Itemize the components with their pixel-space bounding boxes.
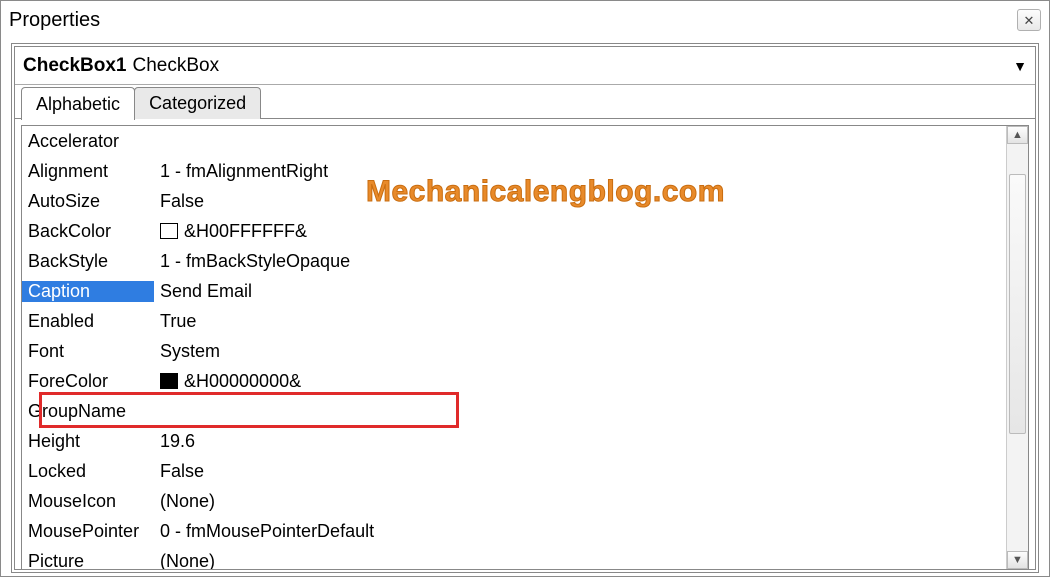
property-row[interactable]: Accelerator [22, 126, 1004, 156]
property-value[interactable]: 0 - fmMousePointerDefault [154, 521, 1004, 542]
properties-panel: Properties ✕ CheckBox1 CheckBox ▼ Alphab… [0, 0, 1050, 577]
property-value-text: 1 - fmAlignmentRight [160, 161, 328, 182]
property-value[interactable]: System [154, 341, 1004, 362]
panel-frame: CheckBox1 CheckBox ▼ Alphabetic Categori… [11, 43, 1039, 573]
property-value-text: False [160, 461, 204, 482]
property-row[interactable]: MouseIcon (None) [22, 486, 1004, 516]
scroll-track[interactable] [1007, 144, 1028, 551]
property-grid: Accelerator Alignment 1 - fmAlignmentRight… [21, 125, 1029, 570]
property-value-text: False [160, 191, 204, 212]
property-value-text: System [160, 341, 220, 362]
property-value-text: True [160, 311, 196, 332]
property-name: Locked [22, 461, 154, 482]
property-name: BackColor [22, 221, 154, 242]
property-value[interactable]: 1 - fmBackStyleOpaque [154, 251, 1004, 272]
property-value-text: &H00FFFFFF& [184, 221, 307, 242]
property-value-text: 1 - fmBackStyleOpaque [160, 251, 350, 272]
chevron-down-icon[interactable]: ▼ [1013, 58, 1027, 74]
property-name: MouseIcon [22, 491, 154, 512]
property-value-text: (None) [160, 491, 215, 512]
tab-strip: Alphabetic Categorized [15, 85, 1035, 119]
scroll-down-button[interactable]: ▼ [1007, 551, 1028, 569]
property-value[interactable]: (None) [154, 551, 1004, 570]
property-row[interactable]: Locked False [22, 456, 1004, 486]
property-value-text: 19.6 [160, 431, 195, 452]
property-name: GroupName [22, 401, 154, 422]
color-swatch-icon [160, 223, 178, 239]
property-value[interactable]: False [154, 191, 1004, 212]
property-value[interactable]: (None) [154, 491, 1004, 512]
property-name: Height [22, 431, 154, 452]
property-value[interactable]: &H00000000& [154, 371, 1004, 392]
property-name: Enabled [22, 311, 154, 332]
property-value-text: &H00000000& [184, 371, 301, 392]
property-value[interactable]: False [154, 461, 1004, 482]
property-row[interactable]: BackStyle 1 - fmBackStyleOpaque [22, 246, 1004, 276]
title-bar: Properties ✕ [1, 1, 1049, 41]
property-row[interactable]: GroupName [22, 396, 1004, 426]
property-row[interactable]: Enabled True [22, 306, 1004, 336]
property-name: MousePointer [22, 521, 154, 542]
tab-alphabetic[interactable]: Alphabetic [21, 87, 135, 120]
property-value[interactable]: 1 - fmAlignmentRight [154, 161, 1004, 182]
property-name: Font [22, 341, 154, 362]
property-row[interactable]: ForeColor&H00000000& [22, 366, 1004, 396]
object-name: CheckBox1 [23, 55, 127, 77]
property-name: BackStyle [22, 251, 154, 272]
property-name: Accelerator [22, 131, 154, 152]
scroll-thumb[interactable] [1009, 174, 1026, 434]
property-value[interactable]: Send Email [154, 281, 1004, 302]
property-value-text: (None) [160, 551, 215, 570]
property-row[interactable]: Caption Send Email [22, 276, 1004, 306]
property-name: Alignment [22, 161, 154, 182]
property-row[interactable]: AutoSize False [22, 186, 1004, 216]
property-grid-viewport: Accelerator Alignment 1 - fmAlignmentRight… [22, 126, 1004, 569]
property-value-text: Send Email [160, 281, 252, 302]
vertical-scrollbar[interactable]: ▲ ▼ [1006, 126, 1028, 569]
close-icon: ✕ [1024, 14, 1035, 27]
property-row[interactable]: Alignment 1 - fmAlignmentRight [22, 156, 1004, 186]
property-value-text: 0 - fmMousePointerDefault [160, 521, 374, 542]
color-swatch-icon [160, 373, 178, 389]
property-name: Caption [22, 281, 154, 302]
object-selector[interactable]: CheckBox1 CheckBox ▼ [15, 47, 1035, 85]
property-name: ForeColor [22, 371, 154, 392]
property-name: AutoSize [22, 191, 154, 212]
property-row[interactable]: BackColor&H00FFFFFF& [22, 216, 1004, 246]
property-row[interactable]: Picture (None) [22, 546, 1004, 569]
property-row[interactable]: Font System [22, 336, 1004, 366]
property-row[interactable]: Height 19.6 [22, 426, 1004, 456]
close-button[interactable]: ✕ [1017, 9, 1041, 31]
property-value[interactable]: 19.6 [154, 431, 1004, 452]
panel-title: Properties [9, 9, 100, 32]
property-row[interactable]: MousePointer 0 - fmMousePointerDefault [22, 516, 1004, 546]
property-value[interactable]: True [154, 311, 1004, 332]
scroll-up-button[interactable]: ▲ [1007, 126, 1028, 144]
property-name: Picture [22, 551, 154, 570]
property-value[interactable]: &H00FFFFFF& [154, 221, 1004, 242]
object-type: CheckBox [133, 55, 220, 77]
tab-categorized[interactable]: Categorized [134, 87, 261, 119]
